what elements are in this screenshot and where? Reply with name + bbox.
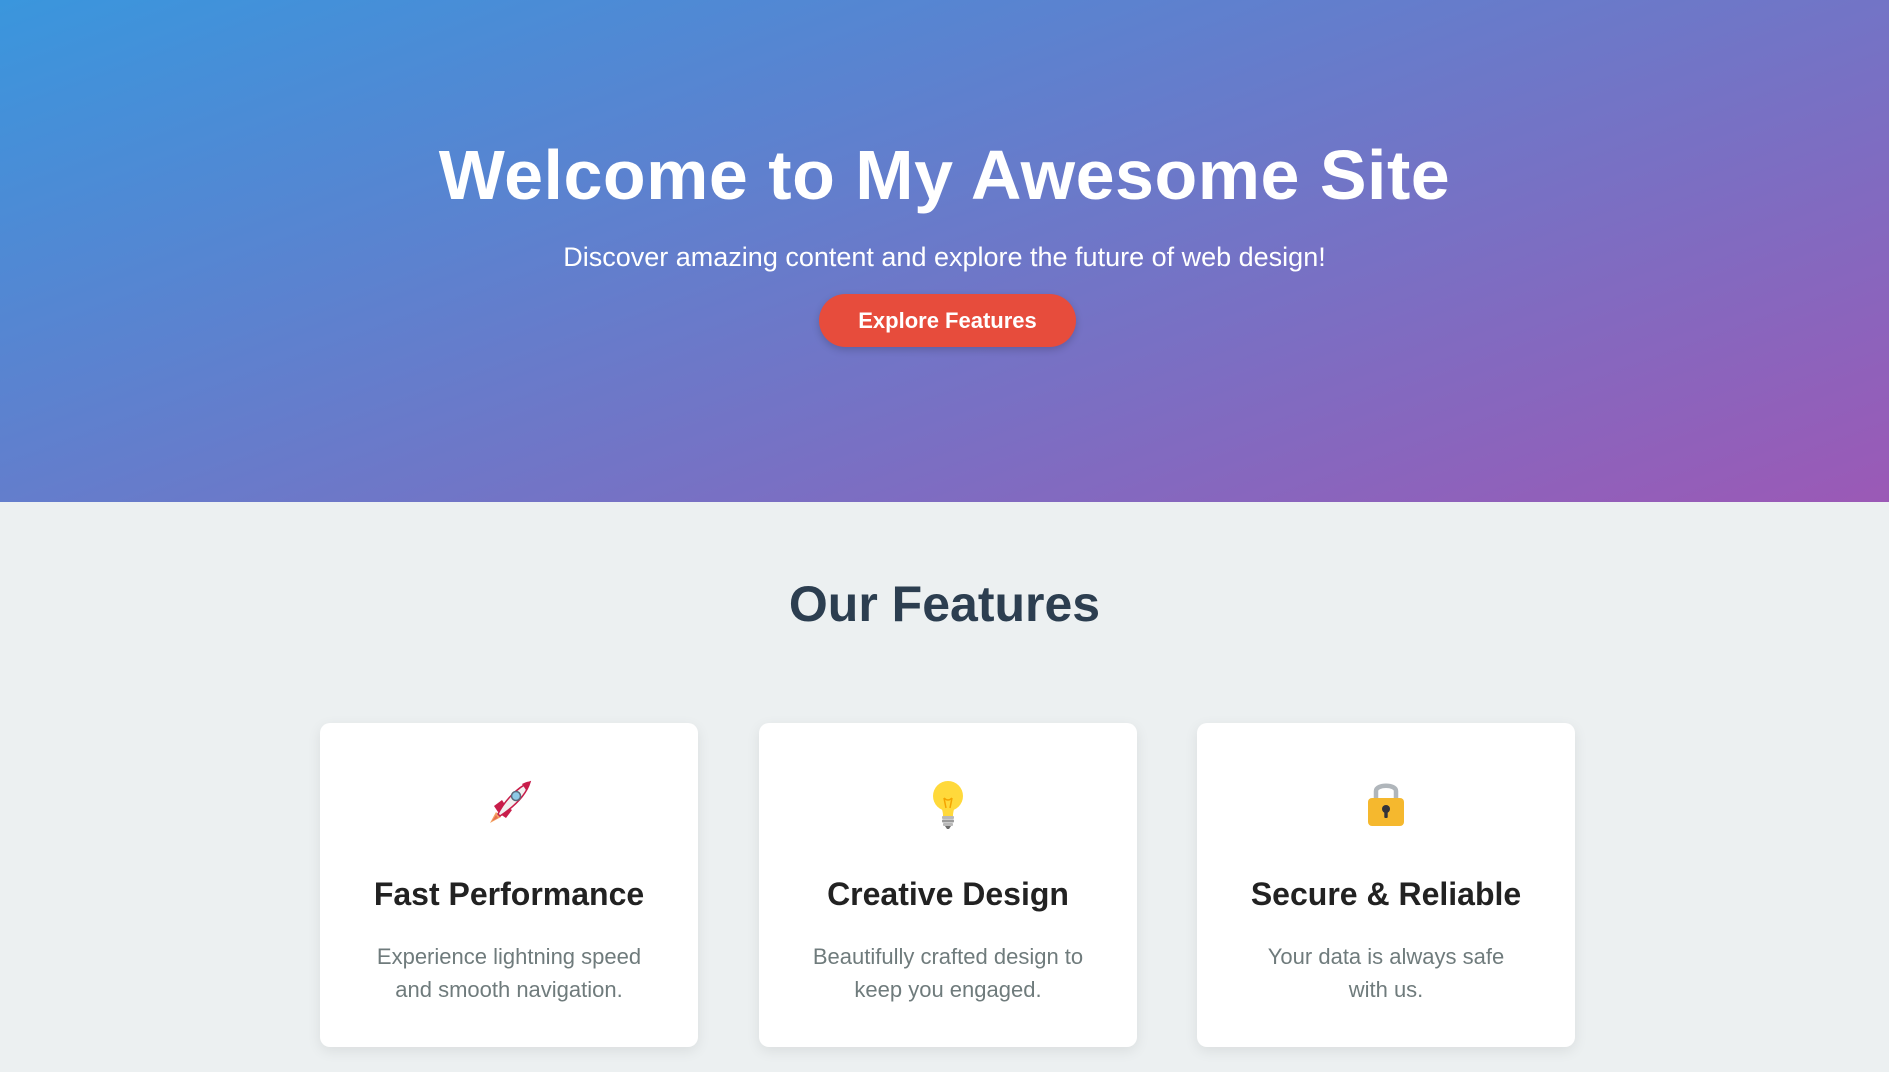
explore-features-button[interactable]: Explore Features (819, 294, 1076, 347)
features-section: Our Features Fast Performance Experience… (0, 502, 1889, 1072)
feature-card-creative-design: Creative Design Beautifully crafted desi… (759, 723, 1137, 1047)
hero-subtitle: Discover amazing content and explore the… (563, 242, 1326, 272)
hero-title: Welcome to My Awesome Site (438, 136, 1451, 214)
feature-card-secure-reliable: Secure & Reliable Your data is always sa… (1197, 723, 1575, 1047)
hero-section: Welcome to My Awesome Site Discover amaz… (0, 0, 1889, 502)
rocket-icon (482, 776, 536, 830)
lightbulb-icon (921, 776, 975, 830)
features-title: Our Features (788, 576, 1101, 632)
feature-card-text: Your data is always safe with us. (1267, 944, 1505, 1002)
feature-card-title: Secure & Reliable (1250, 876, 1522, 912)
lock-icon (1359, 776, 1413, 830)
feature-card-title: Fast Performance (373, 876, 645, 912)
feature-card-fast-performance: Fast Performance Experience lightning sp… (320, 723, 698, 1047)
feature-card-title: Creative Design (827, 876, 1069, 912)
feature-card-text: Experience lightning speed and smooth na… (376, 944, 642, 1002)
feature-card-text: Beautifully crafted design to keep you e… (812, 944, 1084, 1002)
